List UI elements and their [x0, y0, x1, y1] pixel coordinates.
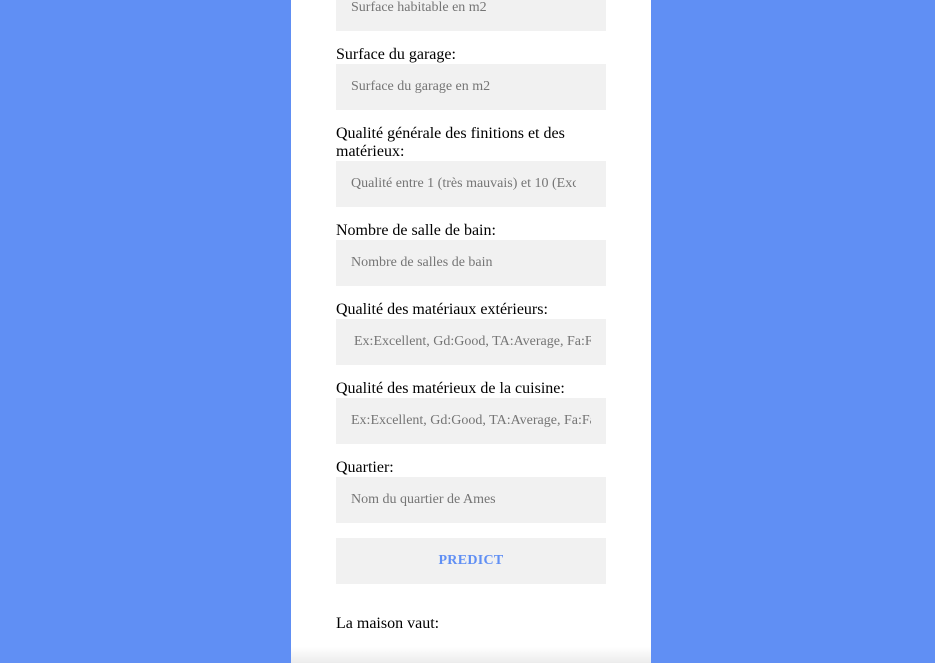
garage-area-label: Surface du garage: [336, 46, 456, 63]
predict-button[interactable]: PREDICT [336, 538, 606, 584]
kitchen-quality-input[interactable] [336, 398, 606, 444]
result-label: La maison vaut: [336, 615, 440, 632]
garage-area-input[interactable] [336, 64, 606, 110]
neighborhood-input[interactable] [336, 477, 606, 523]
exterior-quality-input[interactable] [336, 319, 606, 365]
overall-quality-label: Qualité générale des finitions et des ma… [336, 125, 565, 160]
bathrooms-label: Nombre de salle de bain: [336, 222, 496, 239]
kitchen-quality-label: Qualité des matérieux de la cuisine: [336, 380, 565, 397]
bathrooms-input[interactable] [336, 240, 606, 286]
overall-quality-input[interactable] [336, 161, 606, 207]
exterior-quality-label: Qualité des matériaux extérieurs: [336, 301, 548, 318]
living-area-input[interactable] [336, 0, 606, 31]
neighborhood-label: Quartier: [336, 459, 394, 476]
form-card: Surface du garage: Qualité générale des … [291, 0, 651, 663]
